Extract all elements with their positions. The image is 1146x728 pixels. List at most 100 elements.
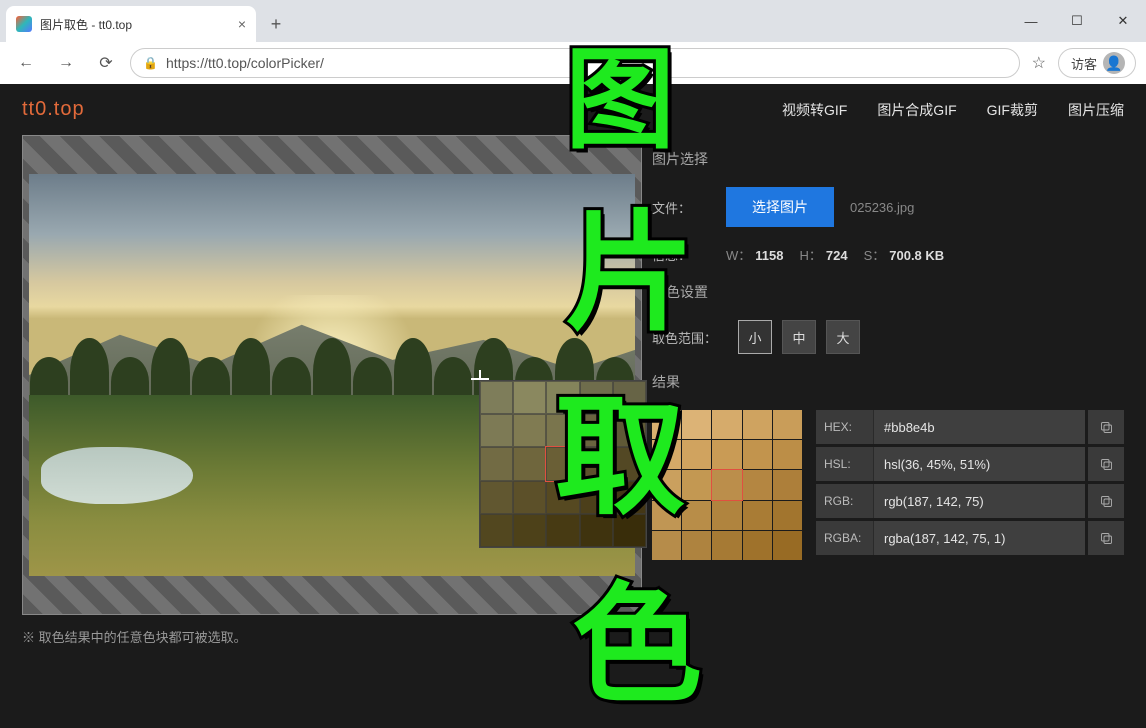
result-swatch[interactable] xyxy=(743,410,772,439)
color-value-row: HEX:#bb8e4b xyxy=(816,410,1124,444)
result-swatch[interactable] xyxy=(652,470,681,499)
new-tab-button[interactable]: + xyxy=(262,10,290,38)
zoom-cell xyxy=(580,447,613,480)
guest-label: 访客 xyxy=(1071,54,1097,73)
result-swatch[interactable] xyxy=(712,440,741,469)
range-options: 小中大 xyxy=(738,320,860,354)
result-swatch[interactable] xyxy=(712,410,741,439)
url-bar[interactable]: 🔒 https://tt0.top/colorPicker/ xyxy=(130,48,1020,78)
copy-button[interactable] xyxy=(1088,484,1124,518)
result-swatch[interactable] xyxy=(773,501,802,530)
tab-bar: 图片取色 - tt0.top × + — ☐ ✕ xyxy=(0,0,1146,42)
result-swatch[interactable] xyxy=(743,470,772,499)
result-swatch[interactable] xyxy=(652,410,681,439)
close-tab-icon[interactable]: × xyxy=(238,16,246,32)
header-nav: 视频转GIF 图片合成GIF GIF裁剪 图片压缩 xyxy=(782,100,1124,120)
color-value-label: HEX: xyxy=(816,410,874,444)
color-value-row: HSL:hsl(36, 45%, 51%) xyxy=(816,447,1124,481)
result-swatch[interactable] xyxy=(743,440,772,469)
copy-button[interactable] xyxy=(1088,410,1124,444)
zoom-cell xyxy=(546,414,579,447)
zoom-cell xyxy=(580,481,613,514)
page-header: tt0.top 视频转GIF 图片合成GIF GIF裁剪 图片压缩 xyxy=(0,84,1146,135)
zoom-cell xyxy=(480,414,513,447)
favorite-button[interactable]: ☆ xyxy=(1028,49,1050,77)
zoom-cell xyxy=(480,447,513,480)
zoom-cell xyxy=(480,381,513,414)
result-swatch[interactable] xyxy=(682,501,711,530)
color-value-label: RGB: xyxy=(816,484,874,518)
result-swatch[interactable] xyxy=(682,470,711,499)
back-button[interactable]: ← xyxy=(10,47,42,79)
range-option-小[interactable]: 小 xyxy=(738,320,772,354)
zoom-cell xyxy=(546,481,579,514)
result-swatch[interactable] xyxy=(773,531,802,560)
result-color-grid xyxy=(652,410,802,560)
zoom-cell xyxy=(513,514,546,547)
copy-button[interactable] xyxy=(1088,521,1124,555)
forward-button[interactable]: → xyxy=(50,47,82,79)
section-result: 结果 xyxy=(652,372,1124,392)
nav-link[interactable]: 图片压缩 xyxy=(1068,100,1124,120)
range-option-中[interactable]: 中 xyxy=(782,320,816,354)
browser-tab[interactable]: 图片取色 - tt0.top × xyxy=(6,6,256,42)
color-value-row: RGBA:rgba(187, 142, 75, 1) xyxy=(816,521,1124,555)
result-swatch[interactable] xyxy=(712,501,741,530)
section-image-select: 图片选择 xyxy=(652,149,1124,169)
color-value-text: #bb8e4b xyxy=(874,410,1085,444)
zoom-cell xyxy=(580,381,613,414)
window-controls: — ☐ ✕ xyxy=(1008,0,1146,42)
select-image-button[interactable]: 选择图片 xyxy=(726,187,834,227)
color-value-text: rgb(187, 142, 75) xyxy=(874,484,1085,518)
footnote-text: ※ 取色结果中的任意色块都可被选取。 xyxy=(0,615,1146,646)
range-label: 取色范围： xyxy=(652,328,722,347)
nav-bar: ← → ⟳ 🔒 https://tt0.top/colorPicker/ ☆ 访… xyxy=(0,42,1146,84)
copy-button[interactable] xyxy=(1088,447,1124,481)
zoom-cell xyxy=(513,481,546,514)
color-value-row: RGB:rgb(187, 142, 75) xyxy=(816,484,1124,518)
zoom-cell xyxy=(580,414,613,447)
nav-link[interactable]: 视频转GIF xyxy=(782,100,847,120)
color-value-label: HSL: xyxy=(816,447,874,481)
result-swatch[interactable] xyxy=(773,440,802,469)
zoom-cell xyxy=(513,381,546,414)
zoom-cell xyxy=(613,447,646,480)
filename-text: 025236.jpg xyxy=(850,200,914,215)
zoom-cell xyxy=(546,514,579,547)
nav-link[interactable]: GIF裁剪 xyxy=(987,100,1038,120)
range-option-大[interactable]: 大 xyxy=(826,320,860,354)
result-swatch[interactable] xyxy=(682,440,711,469)
info-size: S：700.8 KB xyxy=(864,245,945,264)
result-swatch[interactable] xyxy=(682,410,711,439)
result-swatch[interactable] xyxy=(712,470,741,499)
nav-link[interactable]: 图片合成GIF xyxy=(877,100,956,120)
maximize-button[interactable]: ☐ xyxy=(1054,0,1100,42)
result-swatch[interactable] xyxy=(743,501,772,530)
section-pick-settings: 取色设置 xyxy=(652,282,1124,302)
control-panel: 图片选择 文件： 选择图片 025236.jpg 信息： W：1158 H：72… xyxy=(652,135,1124,615)
result-swatch[interactable] xyxy=(652,531,681,560)
result-swatch[interactable] xyxy=(743,531,772,560)
result-swatch[interactable] xyxy=(773,410,802,439)
result-swatch[interactable] xyxy=(682,531,711,560)
info-width: W：1158 xyxy=(726,245,783,264)
zoom-cell xyxy=(480,514,513,547)
minimize-button[interactable]: — xyxy=(1008,0,1054,42)
info-row: 信息： W：1158 H：724 S：700.8 KB xyxy=(652,245,1124,264)
zoom-cell xyxy=(513,447,546,480)
url-text: https://tt0.top/colorPicker/ xyxy=(166,55,324,71)
reload-button[interactable]: ⟳ xyxy=(90,47,122,79)
site-logo[interactable]: tt0.top xyxy=(22,98,85,121)
result-swatch[interactable] xyxy=(712,531,741,560)
result-swatch[interactable] xyxy=(652,501,681,530)
zoom-magnifier-grid xyxy=(479,380,647,548)
tab-title: 图片取色 - tt0.top xyxy=(40,16,132,33)
file-label: 文件： xyxy=(652,198,710,217)
close-window-button[interactable]: ✕ xyxy=(1100,0,1146,42)
info-height: H：724 xyxy=(799,245,847,264)
guest-profile-button[interactable]: 访客 👤 xyxy=(1058,48,1136,78)
result-swatch[interactable] xyxy=(652,440,681,469)
avatar-icon: 👤 xyxy=(1103,52,1125,74)
color-value-text: rgba(187, 142, 75, 1) xyxy=(874,521,1085,555)
result-swatch[interactable] xyxy=(773,470,802,499)
